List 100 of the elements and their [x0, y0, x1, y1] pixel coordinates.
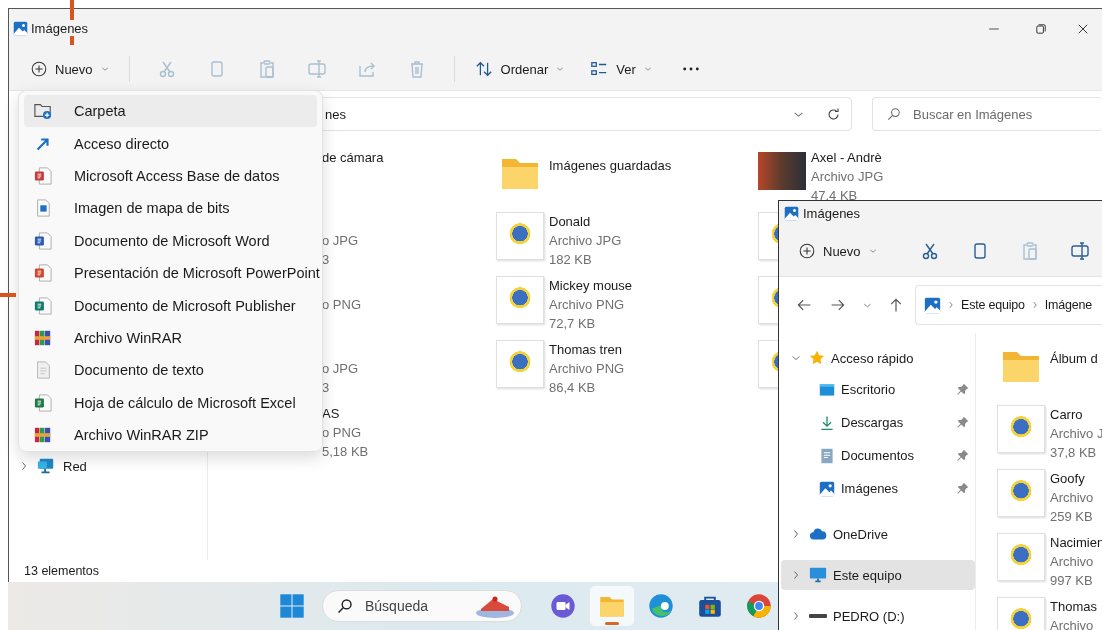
menu-item[interactable]: Microsoft Access Base de datos	[24, 159, 317, 193]
rename-icon[interactable]	[1069, 241, 1090, 261]
sort-button[interactable]: Ordenar	[466, 54, 573, 84]
powerpoint-file-icon	[34, 264, 52, 283]
picture-icon	[13, 21, 28, 36]
sort-icon	[474, 60, 493, 78]
sidebar-item[interactable]: Acceso rápido	[781, 343, 975, 373]
file-size: 3	[322, 380, 330, 395]
chevron-down-icon	[556, 65, 565, 73]
menu-item[interactable]: Archivo WinRAR ZIP	[24, 418, 317, 452]
breadcrumb-item[interactable]: Imágene	[1044, 298, 1093, 312]
sidebar-item[interactable]: Red	[9, 453, 207, 479]
menu-item[interactable]: Hoja de cálculo de Microsoft Excel	[24, 386, 317, 419]
sidebar-item[interactable]: OneDrive	[781, 519, 975, 549]
file-size: 5,18 KB	[322, 444, 369, 459]
image-thumbnail	[997, 533, 1045, 581]
up-arrow-icon[interactable]	[888, 297, 904, 313]
address-bar[interactable]: Este equipo Imágene	[915, 285, 1102, 325]
chevron-down-icon	[100, 65, 109, 73]
chat-icon	[550, 593, 576, 619]
sidebar-item[interactable]: Descargas	[781, 406, 975, 439]
plus-circle-icon	[31, 61, 47, 77]
menu-item[interactable]: Imagen de mapa de bits	[24, 192, 317, 225]
file-name: Thomas	[1050, 599, 1097, 614]
word-file-icon	[34, 231, 52, 250]
breadcrumb-chevron-icon	[947, 301, 955, 309]
photo-placeholder	[758, 152, 806, 190]
file-name: Carro	[1050, 407, 1083, 422]
status-text: 13 elementos	[24, 564, 100, 578]
file-name: Axel - Andrè	[811, 150, 882, 165]
file-size: 37,8 KB	[1050, 445, 1097, 460]
file-type: o JPG	[322, 233, 359, 248]
breadcrumb-chevron-icon	[1030, 301, 1039, 309]
access-file-icon	[34, 166, 52, 185]
file-size: 997 KB	[1050, 573, 1093, 588]
network-icon	[37, 457, 55, 475]
chevron-down-icon	[868, 247, 877, 255]
window-title: Imágenes	[803, 206, 861, 221]
menu-item[interactable]: Documento de Microsoft Word	[24, 224, 317, 257]
chevron-down-icon	[643, 65, 652, 73]
plus-circle-icon	[799, 243, 815, 259]
windows-logo-icon[interactable]	[279, 593, 305, 619]
archive-books-icon	[34, 328, 52, 347]
new-folder-icon	[34, 102, 52, 121]
picture-icon	[784, 206, 799, 221]
taskbar-search-field[interactable]: Búsqueda	[322, 590, 522, 622]
picture-icon	[819, 480, 835, 497]
file-name: Álbum d	[1050, 351, 1098, 366]
breadcrumb-item[interactable]: Este equipo	[961, 298, 1025, 312]
edge-icon	[648, 593, 674, 619]
file-type: Archivo	[1050, 554, 1094, 569]
file-type: Archivo J	[1050, 426, 1102, 441]
desktop-icon	[819, 381, 835, 398]
window-title: Imágenes	[31, 21, 89, 36]
menu-item[interactable]: Documento de Microsoft Publisher	[24, 289, 317, 322]
menu-item[interactable]: Archivo WinRAR	[24, 321, 317, 355]
menu-item[interactable]: Carpeta	[24, 95, 317, 128]
file-name: Imágenes guardadas	[549, 158, 672, 173]
image-thumbnail	[997, 405, 1045, 453]
file-name: Thomas tren	[549, 342, 622, 357]
download-icon	[819, 414, 835, 431]
file-name: Donald	[549, 214, 591, 229]
browser-icon	[746, 593, 772, 619]
bitmap-file-icon	[34, 199, 52, 218]
star-icon	[809, 350, 825, 366]
menu-item[interactable]: Documento de texto	[24, 354, 317, 387]
image-thumbnail	[496, 340, 544, 388]
new-button[interactable]: Nuevo	[23, 55, 117, 83]
text-file-icon	[34, 361, 52, 380]
search-icon	[337, 598, 353, 614]
sidebar-item[interactable]: Documentos	[781, 439, 975, 472]
back-arrow-icon[interactable]	[796, 297, 812, 313]
close-icon[interactable]	[1077, 22, 1089, 35]
view-button[interactable]: Ver	[582, 54, 660, 84]
file-type: Archivo PNG	[549, 297, 625, 312]
sidebar-item[interactable]: Imágenes	[781, 472, 975, 505]
refresh-icon[interactable]	[826, 106, 841, 122]
view-icon	[590, 60, 609, 78]
sidebar-item[interactable]: PEDRO (D:)	[781, 601, 975, 630]
file-size: 86,4 KB	[549, 380, 596, 395]
document-icon	[819, 447, 835, 464]
new-button[interactable]: Nuevo	[793, 237, 883, 265]
forward-arrow-icon[interactable]	[830, 297, 846, 313]
sidebar-item[interactable]: Escritorio	[781, 373, 975, 406]
image-thumbnail	[997, 469, 1045, 517]
excel-file-icon	[34, 393, 52, 412]
chevron-down-icon	[791, 353, 801, 363]
file-size: 182 KB	[549, 252, 592, 267]
sidebar-item[interactable]: Este equipo	[781, 560, 975, 590]
file-type: Archivo	[1050, 618, 1094, 630]
publisher-file-icon	[34, 296, 52, 315]
maximize-icon[interactable]	[1034, 22, 1047, 35]
search-icon	[887, 107, 901, 121]
file-name: de cámara	[322, 150, 384, 165]
chevron-right-icon	[791, 529, 801, 539]
archive-books-icon	[34, 426, 52, 445]
file-size: 72,7 KB	[549, 316, 596, 331]
file-size: 47,4 KB	[811, 188, 858, 203]
file-type: o PNG	[322, 297, 361, 312]
file-size: 3	[322, 252, 330, 267]
